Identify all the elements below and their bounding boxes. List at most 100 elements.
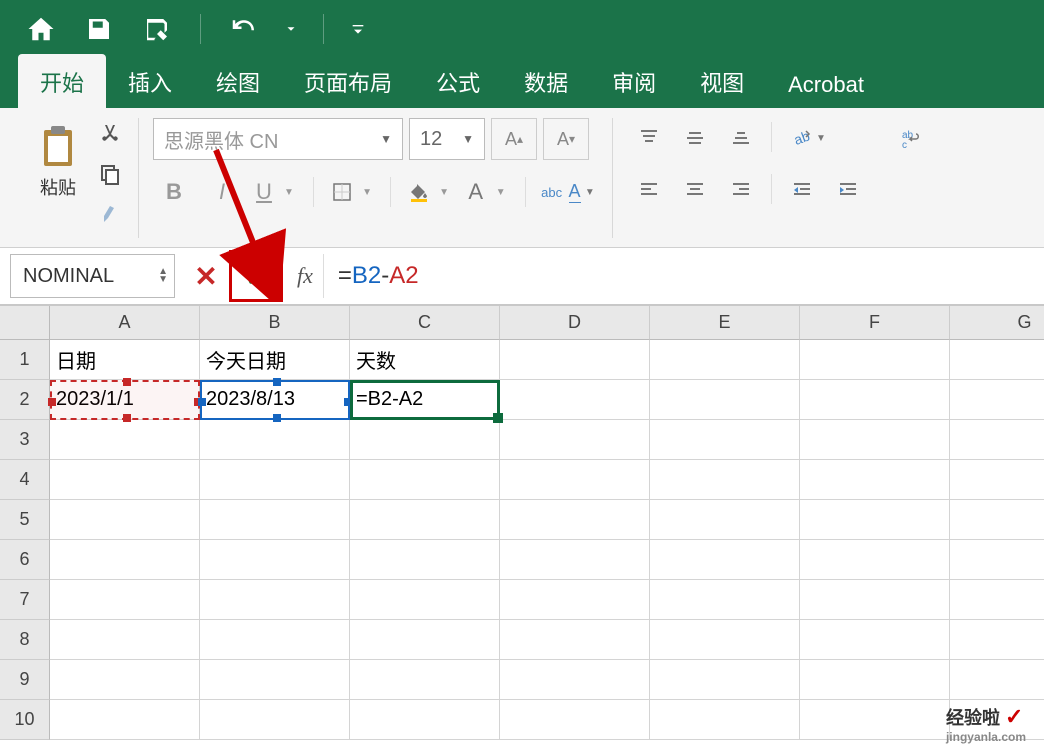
cell-E6[interactable] xyxy=(650,540,800,580)
italic-button[interactable]: I xyxy=(201,172,243,212)
cell-E10[interactable] xyxy=(650,700,800,740)
font-color-button[interactable]: A▼ xyxy=(461,172,513,212)
cells-grid[interactable]: 日期今天日期天数2023/1/12023/8/13=B2-A2 xyxy=(50,340,1044,740)
align-center-button[interactable] xyxy=(673,170,717,210)
tab-page-layout[interactable]: 页面布局 xyxy=(282,54,414,108)
cell-A6[interactable] xyxy=(50,540,200,580)
name-box-arrows[interactable]: ▲▼ xyxy=(158,268,168,284)
orientation-button[interactable]: ab ▼ xyxy=(780,118,836,158)
name-box[interactable]: NOMINAL ▲▼ xyxy=(10,254,175,298)
row-header-6[interactable]: 6 xyxy=(0,540,50,580)
row-header-7[interactable]: 7 xyxy=(0,580,50,620)
font-size-select[interactable]: 12 ▼ xyxy=(409,118,485,160)
cell-C8[interactable] xyxy=(350,620,500,660)
cell-D7[interactable] xyxy=(500,580,650,620)
cell-E7[interactable] xyxy=(650,580,800,620)
cell-C5[interactable] xyxy=(350,500,500,540)
cell-G1[interactable] xyxy=(950,340,1044,380)
tab-view[interactable]: 视图 xyxy=(678,54,766,108)
cell-A10[interactable] xyxy=(50,700,200,740)
cell-B2[interactable]: 2023/8/13 xyxy=(200,380,350,420)
increase-indent-button[interactable] xyxy=(826,170,870,210)
cell-B10[interactable] xyxy=(200,700,350,740)
cell-D6[interactable] xyxy=(500,540,650,580)
tab-formulas[interactable]: 公式 xyxy=(414,54,502,108)
align-right-button[interactable] xyxy=(719,170,763,210)
cell-A8[interactable] xyxy=(50,620,200,660)
cell-D9[interactable] xyxy=(500,660,650,700)
cell-B7[interactable] xyxy=(200,580,350,620)
cell-A2[interactable]: 2023/1/1 xyxy=(50,380,200,420)
cell-C6[interactable] xyxy=(350,540,500,580)
align-left-button[interactable] xyxy=(627,170,671,210)
cell-D2[interactable] xyxy=(500,380,650,420)
customize-qat-icon[interactable] xyxy=(346,8,370,50)
wrap-text-button[interactable]: abc xyxy=(888,118,934,160)
cell-A3[interactable] xyxy=(50,420,200,460)
cell-D1[interactable] xyxy=(500,340,650,380)
decrease-font-button[interactable]: A▾ xyxy=(543,118,589,160)
cell-A7[interactable] xyxy=(50,580,200,620)
cell-F2[interactable] xyxy=(800,380,950,420)
increase-font-button[interactable]: A▴ xyxy=(491,118,537,160)
cell-E4[interactable] xyxy=(650,460,800,500)
copy-button[interactable] xyxy=(94,158,126,190)
cell-G5[interactable] xyxy=(950,500,1044,540)
cell-B1[interactable]: 今天日期 xyxy=(200,340,350,380)
row-header-4[interactable]: 4 xyxy=(0,460,50,500)
undo-icon[interactable] xyxy=(223,8,265,50)
fx-icon[interactable]: fx xyxy=(297,263,313,289)
cell-E1[interactable] xyxy=(650,340,800,380)
cell-F4[interactable] xyxy=(800,460,950,500)
cell-F3[interactable] xyxy=(800,420,950,460)
format-painter-button[interactable] xyxy=(94,198,126,230)
cell-F10[interactable] xyxy=(800,700,950,740)
tab-acrobat[interactable]: Acrobat xyxy=(766,60,886,108)
tab-data[interactable]: 数据 xyxy=(502,54,590,108)
tab-insert[interactable]: 插入 xyxy=(106,54,194,108)
cell-D5[interactable] xyxy=(500,500,650,540)
cell-B6[interactable] xyxy=(200,540,350,580)
cell-C4[interactable] xyxy=(350,460,500,500)
cancel-button[interactable]: ✕ xyxy=(183,253,229,299)
cell-G6[interactable] xyxy=(950,540,1044,580)
underline-button[interactable]: U▼ xyxy=(249,172,301,212)
tab-home[interactable]: 开始 xyxy=(18,54,106,108)
cell-F7[interactable] xyxy=(800,580,950,620)
cell-G8[interactable] xyxy=(950,620,1044,660)
cell-A5[interactable] xyxy=(50,500,200,540)
cell-C7[interactable] xyxy=(350,580,500,620)
select-all-corner[interactable] xyxy=(0,306,50,340)
confirm-button[interactable]: ✓ xyxy=(233,253,279,299)
align-top-button[interactable] xyxy=(627,118,671,158)
cell-B4[interactable] xyxy=(200,460,350,500)
tab-draw[interactable]: 绘图 xyxy=(194,54,282,108)
column-header-B[interactable]: B xyxy=(200,306,350,340)
align-middle-button[interactable] xyxy=(673,118,717,158)
cell-F9[interactable] xyxy=(800,660,950,700)
row-header-8[interactable]: 8 xyxy=(0,620,50,660)
cell-G3[interactable] xyxy=(950,420,1044,460)
cell-F8[interactable] xyxy=(800,620,950,660)
column-header-C[interactable]: C xyxy=(350,306,500,340)
cell-G2[interactable] xyxy=(950,380,1044,420)
fill-color-button[interactable]: ▼ xyxy=(403,172,455,212)
cell-A4[interactable] xyxy=(50,460,200,500)
row-header-9[interactable]: 9 xyxy=(0,660,50,700)
cell-C3[interactable] xyxy=(350,420,500,460)
cell-F1[interactable] xyxy=(800,340,950,380)
font-name-select[interactable]: 思源黑体 CN ▼ xyxy=(153,118,403,160)
cell-G9[interactable] xyxy=(950,660,1044,700)
align-bottom-button[interactable] xyxy=(719,118,763,158)
bold-button[interactable]: B xyxy=(153,172,195,212)
cell-B9[interactable] xyxy=(200,660,350,700)
row-header-3[interactable]: 3 xyxy=(0,420,50,460)
cell-A1[interactable]: 日期 xyxy=(50,340,200,380)
cell-D8[interactable] xyxy=(500,620,650,660)
cell-E9[interactable] xyxy=(650,660,800,700)
paste-button[interactable]: 粘贴 xyxy=(30,118,86,204)
cell-F5[interactable] xyxy=(800,500,950,540)
column-header-A[interactable]: A xyxy=(50,306,200,340)
cell-C1[interactable]: 天数 xyxy=(350,340,500,380)
cell-E2[interactable] xyxy=(650,380,800,420)
